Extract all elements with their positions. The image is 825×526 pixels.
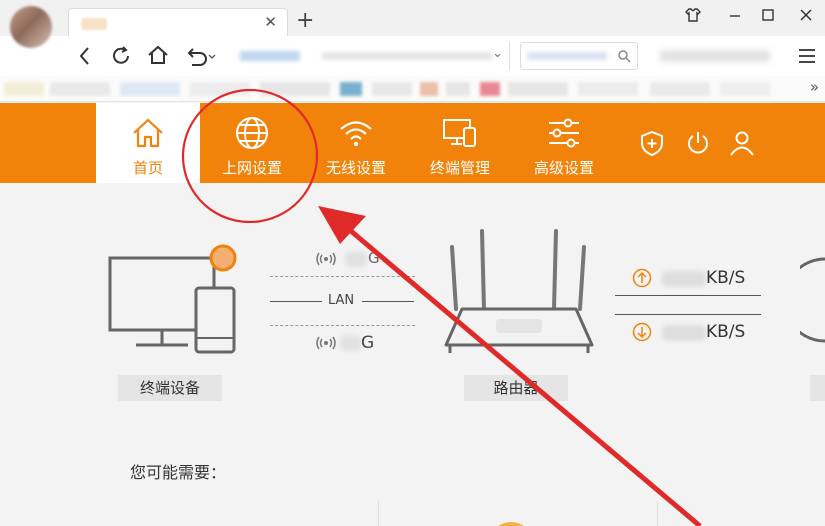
tab-favicon-icon — [81, 18, 107, 30]
lan-label: LAN — [328, 293, 355, 308]
nav-wireless-settings[interactable]: 无线设置 — [304, 103, 408, 183]
globe-icon — [236, 117, 268, 149]
upload-speed-unit: KB/S — [706, 268, 746, 288]
speed-divider-bottom — [615, 314, 761, 315]
browser-tab[interactable]: ✕ — [68, 8, 288, 38]
tab-close-icon[interactable]: ✕ — [264, 13, 277, 31]
band-24g-suffix: G — [361, 333, 375, 353]
minimize-icon[interactable] — [725, 8, 745, 22]
chevron-down-icon[interactable]: ⌄ — [492, 46, 503, 61]
address-blur — [240, 51, 300, 61]
speed-divider-top — [615, 295, 761, 296]
upload-speed-blur — [662, 271, 706, 287]
back-icon[interactable] — [76, 45, 94, 67]
nav-home-label: 首页 — [132, 159, 163, 177]
band-24g-blur — [340, 335, 362, 351]
partial-label — [810, 375, 825, 401]
power-icon[interactable] — [684, 129, 712, 157]
toolbar-blur — [660, 50, 770, 62]
undo-icon[interactable] — [184, 45, 218, 67]
maximize-icon[interactable] — [758, 6, 778, 24]
suggestion-divider — [657, 501, 658, 526]
bookmark-item[interactable] — [340, 82, 362, 96]
user-avatar[interactable] — [10, 6, 52, 48]
search-box[interactable] — [520, 42, 638, 70]
lan-line-right — [362, 301, 414, 302]
user-icon[interactable] — [728, 129, 756, 157]
bookmark-item[interactable] — [480, 82, 500, 96]
download-arrow-icon — [632, 322, 652, 342]
browser-tab-bar: ✕ + — [0, 0, 825, 38]
bookmark-item[interactable] — [50, 82, 110, 96]
wifi-link-line-top — [270, 276, 415, 277]
nav-terminal-label: 终端管理 — [429, 159, 490, 177]
suggestions-title: 您可能需要： — [130, 463, 227, 482]
search-icon[interactable] — [617, 49, 631, 63]
router-nav-header: 首页 上网设置 无线设置 终端管理 高级设置 — [0, 103, 825, 183]
nav-advanced-settings[interactable]: 高级设置 — [512, 103, 616, 183]
skin-icon[interactable] — [683, 6, 703, 24]
nav-internet-settings[interactable]: 上网设置 — [200, 103, 304, 183]
refresh-icon[interactable] — [110, 45, 132, 67]
terminal-devices-icon[interactable] — [106, 241, 242, 355]
nav-wireless-label: 无线设置 — [325, 159, 386, 177]
bookmark-item[interactable] — [508, 82, 568, 96]
nav-terminal-management[interactable]: 终端管理 — [408, 103, 512, 183]
menu-icon[interactable] — [797, 47, 817, 65]
devices-icon — [443, 119, 476, 147]
suggestion-divider — [378, 501, 379, 526]
home-page-icon[interactable] — [146, 44, 170, 66]
search-blur — [527, 52, 607, 60]
home-icon — [133, 118, 163, 148]
bookmark-item[interactable] — [578, 82, 638, 96]
upload-arrow-icon — [632, 268, 652, 288]
download-speed-unit: KB/S — [706, 322, 746, 342]
sliders-icon — [549, 118, 579, 148]
wifi-link-line-bottom — [270, 325, 415, 326]
download-speed-blur — [662, 325, 706, 341]
bookmark-item[interactable] — [372, 82, 412, 96]
bookmark-item[interactable] — [720, 82, 770, 96]
more-bookmarks-button[interactable]: » — [810, 78, 819, 96]
router-label: 路由器 — [464, 375, 568, 401]
router-icon[interactable] — [440, 227, 600, 357]
address-bar[interactable]: ⌄ — [232, 42, 510, 70]
wifi-icon — [340, 121, 372, 147]
band-5g-suffix: G — [368, 249, 380, 267]
nav-home[interactable]: 首页 — [96, 103, 200, 183]
browser-nav-bar: ⌄ — [0, 36, 825, 76]
bookmark-item[interactable] — [260, 82, 330, 96]
lan-line-left — [270, 301, 322, 302]
bookmark-item[interactable] — [650, 82, 710, 96]
terminal-devices-label: 终端设备 — [118, 375, 222, 401]
new-tab-button[interactable]: + — [296, 10, 314, 32]
band-5g-blur — [345, 251, 367, 267]
suggestion-item-icon[interactable] — [496, 521, 526, 526]
bookmarks-bar: » — [0, 76, 825, 102]
bookmark-item[interactable] — [190, 82, 250, 96]
nav-internet-label: 上网设置 — [221, 159, 282, 177]
bookmark-item[interactable] — [420, 82, 438, 96]
shield-plus-icon[interactable] — [638, 129, 666, 157]
partial-gauge-icon — [800, 257, 825, 343]
wifi-signal-icon-2 — [316, 336, 336, 350]
bookmark-item[interactable] — [120, 82, 180, 96]
bookmark-item[interactable] — [4, 82, 44, 96]
address-blur-2 — [322, 52, 492, 60]
status-panel: 终端设备 G LAN G 路由器 KB/S KB/S 您可能需要： — [0, 183, 825, 526]
bookmark-item[interactable] — [446, 82, 470, 96]
close-window-icon[interactable] — [796, 6, 816, 24]
wifi-signal-icon — [316, 252, 336, 266]
nav-advanced-label: 高级设置 — [533, 159, 594, 177]
